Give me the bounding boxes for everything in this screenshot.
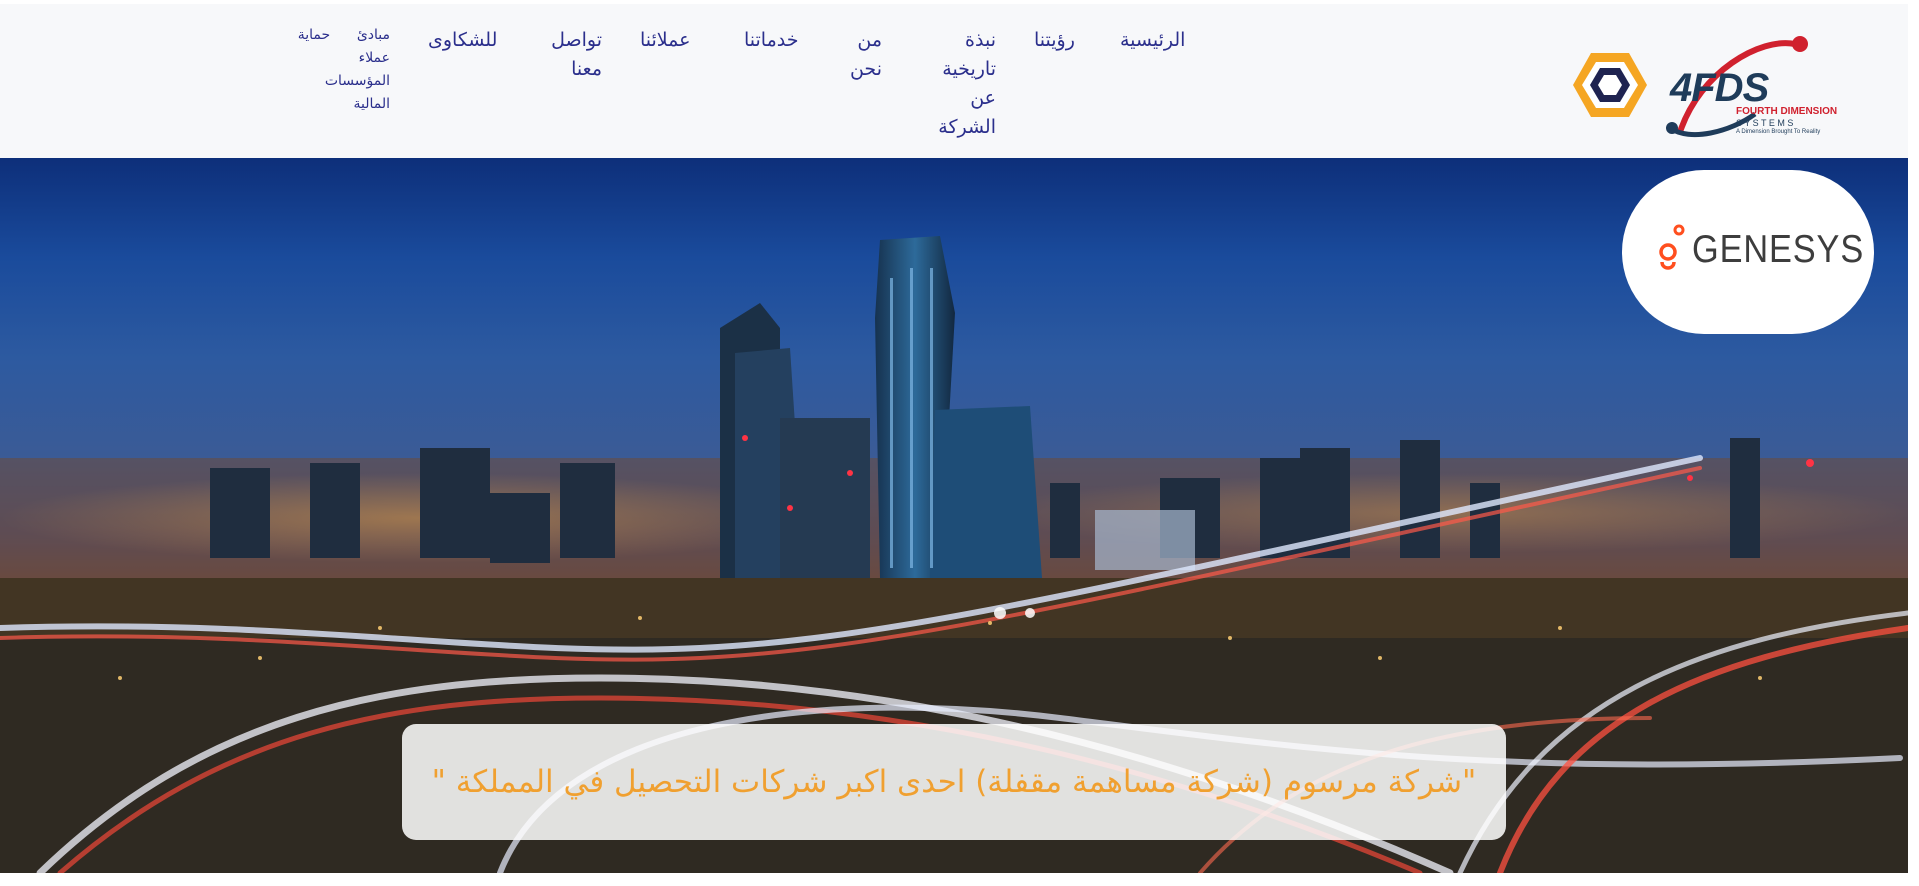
site-header: 4FDS FOURTH DIMENSION S Y S T E M S A Di… (0, 4, 1908, 158)
nav-history-label-4: الشركة (938, 116, 996, 138)
nav-vision-label: رؤيتنا (1034, 29, 1075, 51)
nav-principles-label-2: حماية (297, 27, 331, 43)
fds-logo[interactable]: 4FDS FOURTH DIMENSION S Y S T E M S A Di… (1660, 32, 1840, 142)
nav-about-label-2: نحن (849, 58, 882, 80)
genesys-wordmark: GENESYS (1692, 228, 1865, 271)
nav-complaints[interactable]: للشكاوى (428, 26, 497, 55)
nav-principles-label-4: المؤسسات (324, 73, 390, 89)
nav-complaints-label: للشكاوى (428, 29, 498, 51)
nav-about-label-1: من (857, 29, 882, 51)
nav-about[interactable]: من نحن (844, 26, 882, 84)
hero-quote: "شركة مرسوم (شركة مساهمة مقفلة) احدى اكب… (431, 764, 1477, 800)
genesys-badge[interactable]: GENESYS (1622, 170, 1874, 334)
fds-mark: 4FDS (1670, 66, 1769, 110)
fds-name: FOURTH DIMENSION (1736, 106, 1838, 117)
nav-clients-label: عملائنا (640, 29, 691, 51)
nav-services[interactable]: خدماتنا (744, 26, 799, 55)
nav-history-label-3: عن (970, 87, 996, 109)
nav-history-label-2: تاريخية (942, 58, 996, 80)
hexagon-logo-icon[interactable] (1572, 50, 1648, 120)
hero-quote-box: "شركة مرسوم (شركة مساهمة مقفلة) احدى اكب… (402, 724, 1506, 840)
nav-services-label: خدماتنا (744, 29, 799, 51)
nav-contact-label-2: معنا (571, 58, 602, 80)
nav-vision[interactable]: رؤيتنا (1034, 26, 1075, 55)
fds-systems: S Y S T E M S (1736, 118, 1794, 128)
nav-home[interactable]: الرئيسية (1120, 26, 1185, 55)
hero-banner: GENESYS "شركة مرسوم (شركة مساهمة مقفلة) … (0, 158, 1908, 873)
nav-history-label-1: نبذة (965, 29, 996, 51)
nav-contact-label-1: تواصل (551, 29, 602, 51)
nav-principles[interactable]: مبادئ حماية عملاء المؤسسات المالية (280, 24, 390, 116)
nav-contact[interactable]: تواصل معنا (548, 26, 602, 84)
nav-home-label: الرئيسية (1120, 29, 1186, 51)
nav-principles-label-3: عملاء (358, 50, 390, 66)
nav-principles-label-1: مبادئ (356, 27, 390, 43)
nav-principles-label-5: المالية (353, 96, 390, 112)
fds-tagline: A Dimension Brought To Reality (1736, 129, 1821, 135)
nav-principles-row-1: مبادئ حماية (280, 24, 390, 47)
nav-history[interactable]: نبذة تاريخية عن الشركة (930, 26, 996, 142)
nav-clients[interactable]: عملائنا (640, 26, 690, 55)
